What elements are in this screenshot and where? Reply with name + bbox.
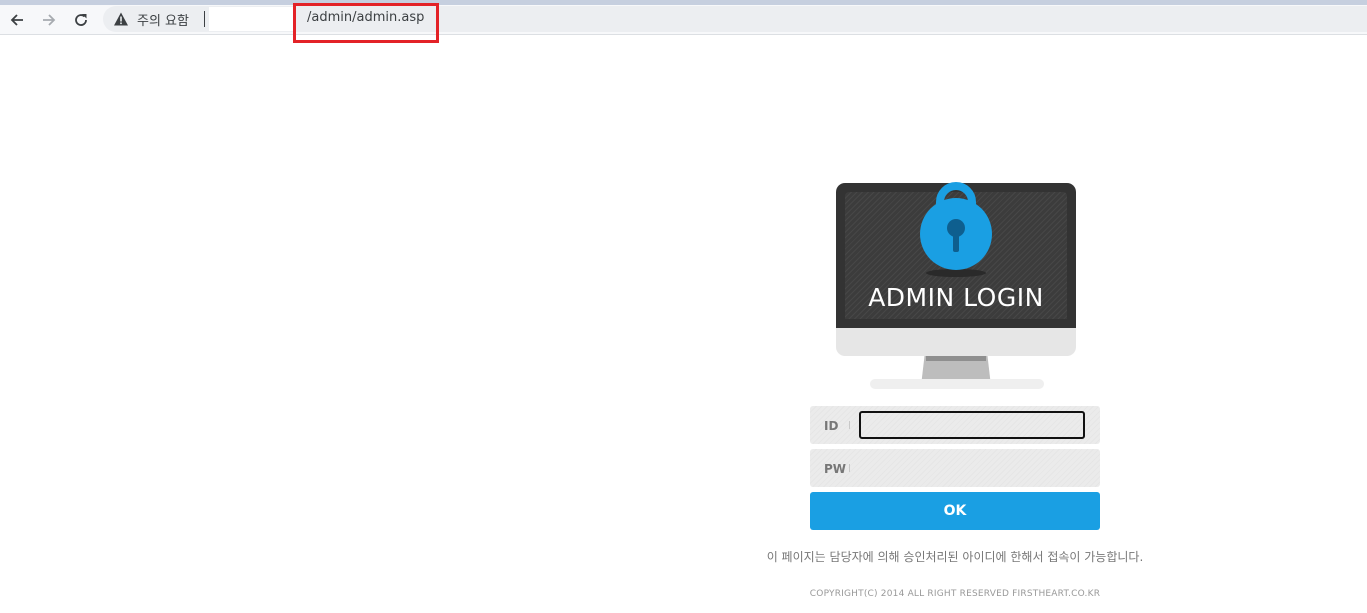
url-highlight-box: [293, 3, 439, 43]
browser-toolbar: 주의 요함 /admin/admin.asp: [0, 5, 1367, 35]
admin-monitor-illustration: ADMIN LOGIN: [836, 182, 1076, 393]
pw-input[interactable]: [859, 454, 1085, 482]
address-separator: [204, 11, 205, 27]
ok-button[interactable]: OK: [810, 492, 1100, 530]
padlock-icon: [920, 182, 992, 277]
id-divider: [849, 421, 850, 429]
pw-label: PW: [824, 462, 847, 476]
arrow-left-icon: [10, 14, 23, 26]
arrow-right-icon: [43, 14, 56, 26]
id-label: ID: [824, 419, 839, 433]
redacted-host: [209, 7, 293, 31]
monitor-neck-shadow: [926, 356, 986, 361]
id-input[interactable]: [859, 411, 1085, 439]
monitor-base: [870, 379, 1044, 389]
id-field: ID: [810, 406, 1100, 444]
monitor-chin: [836, 328, 1076, 356]
reload-button[interactable]: [68, 7, 94, 33]
back-button[interactable]: [4, 7, 30, 33]
pw-divider: [849, 464, 850, 472]
pw-field: PW: [810, 449, 1100, 487]
access-notice: 이 페이지는 담당자에 의해 승인처리된 아이디에 한해서 접속이 가능합니다.: [766, 550, 1144, 564]
warning-icon[interactable]: [113, 11, 129, 27]
forward-button[interactable]: [36, 7, 62, 33]
admin-login-title: ADMIN LOGIN: [868, 283, 1044, 312]
reload-icon: [75, 14, 87, 26]
copyright-text: COPYRIGHT(C) 2014 ALL RIGHT RESERVED FIR…: [809, 589, 1101, 599]
security-warning-text[interactable]: 주의 요함: [137, 10, 189, 29]
